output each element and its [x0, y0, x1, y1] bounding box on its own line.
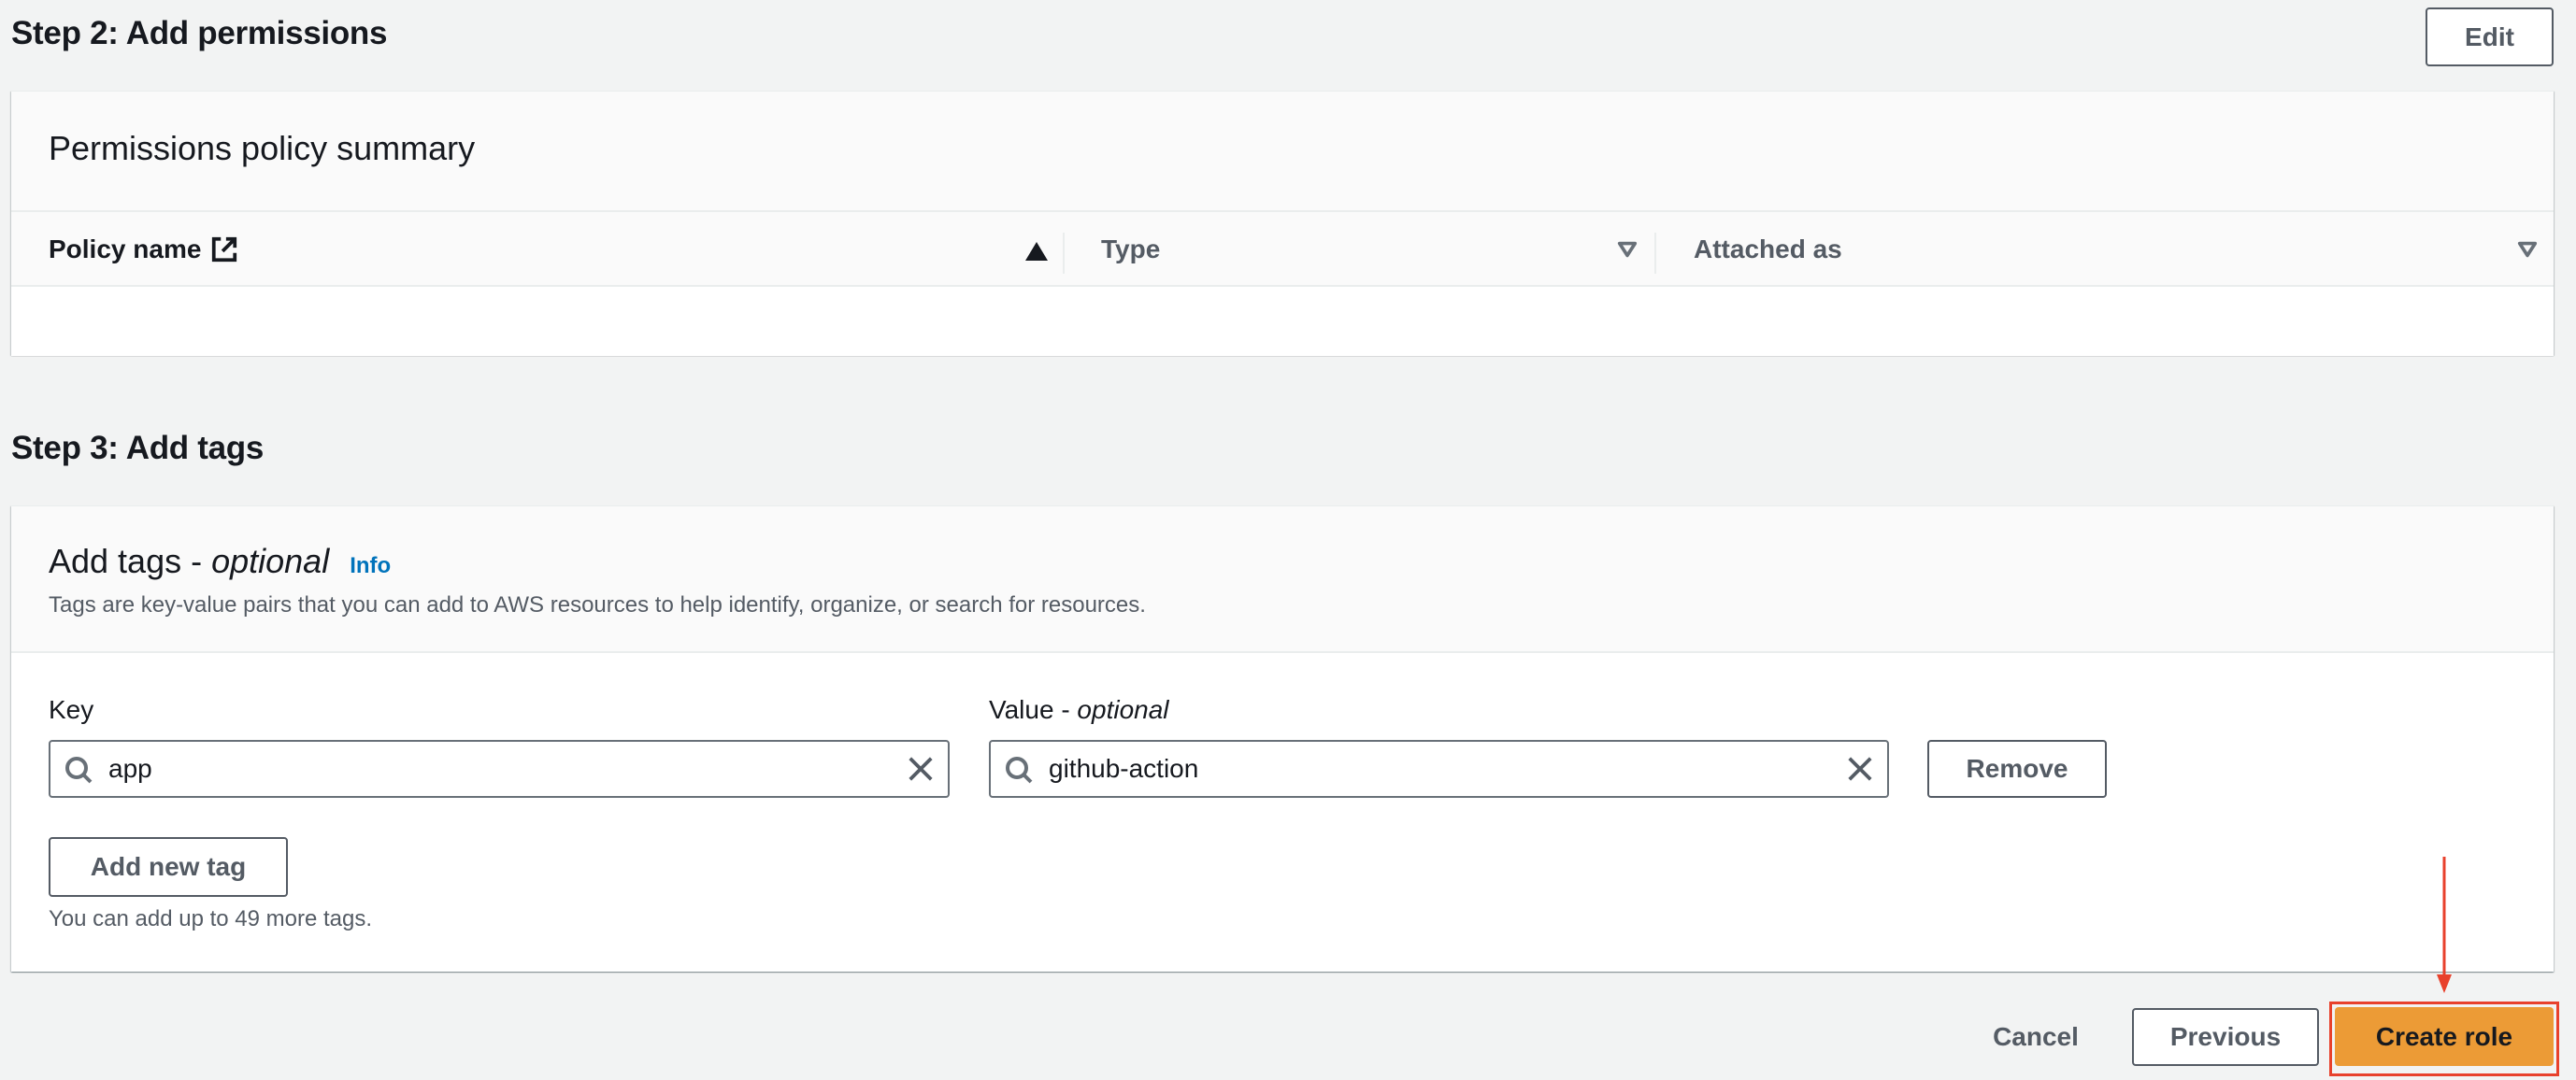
sort-ascending-icon[interactable] — [1025, 242, 1048, 261]
tags-description: Tags are key-value pairs that you can ad… — [49, 592, 1146, 618]
external-link-icon — [212, 236, 237, 263]
column-header-type[interactable]: Type — [1101, 212, 1160, 287]
search-icon — [65, 757, 93, 784]
value-label-optional: optional — [1077, 695, 1169, 724]
column-label-attached-as: Attached as — [1694, 234, 1842, 263]
create-role-button[interactable]: Create role — [2335, 1007, 2554, 1066]
policy-table-header: Policy name Type Attached as — [11, 212, 2554, 287]
tags-card-title-optional: optional — [211, 542, 330, 580]
policy-table-body — [11, 289, 2554, 356]
column-header-policy-name[interactable]: Policy name — [49, 212, 238, 287]
search-icon — [1006, 757, 1033, 784]
column-divider — [1063, 233, 1065, 274]
clear-icon[interactable] — [907, 755, 935, 783]
value-input-value: github-action — [1049, 754, 1199, 783]
tags-card-header: Add tags - optional Info Tags are key-va… — [11, 506, 2554, 653]
key-input-value: app — [108, 754, 152, 783]
value-label: Value - optional — [989, 695, 1169, 725]
tags-card-title: Add tags - optional Info — [49, 542, 391, 581]
sort-icon[interactable] — [2517, 240, 2538, 259]
value-input[interactable]: github-action — [989, 740, 1889, 798]
key-label: Key — [49, 695, 94, 724]
permissions-card-header: Permissions policy summary — [11, 92, 2554, 212]
previous-button[interactable]: Previous — [2132, 1008, 2319, 1066]
column-header-attached-as[interactable]: Attached as — [1694, 212, 1842, 287]
add-tags-card: Add tags - optional Info Tags are key-va… — [11, 505, 2554, 972]
key-input[interactable]: app — [49, 740, 950, 798]
tags-card-title-text: Add tags - — [49, 542, 212, 580]
step2-title: Step 2: Add permissions — [11, 15, 388, 51]
clear-icon[interactable] — [1846, 755, 1874, 783]
column-label-policy-name: Policy name — [49, 234, 202, 263]
sort-icon[interactable] — [1617, 240, 1638, 259]
value-label-text: Value - — [989, 695, 1078, 724]
annotation-arrow-icon — [2437, 857, 2452, 993]
permissions-policy-card: Permissions policy summary Policy name T… — [11, 91, 2554, 356]
edit-button[interactable]: Edit — [2426, 7, 2554, 66]
tags-remaining-hint: You can add up to 49 more tags. — [49, 906, 373, 931]
step3-title: Step 3: Add tags — [11, 430, 265, 466]
permissions-card-title: Permissions policy summary — [49, 129, 476, 167]
add-new-tag-button[interactable]: Add new tag — [49, 837, 288, 897]
info-link[interactable]: Info — [350, 553, 391, 578]
remove-tag-button[interactable]: Remove — [1927, 740, 2107, 798]
column-label-type: Type — [1101, 234, 1161, 263]
cancel-button[interactable]: Cancel — [1982, 1008, 2090, 1066]
column-divider — [1654, 233, 1656, 274]
